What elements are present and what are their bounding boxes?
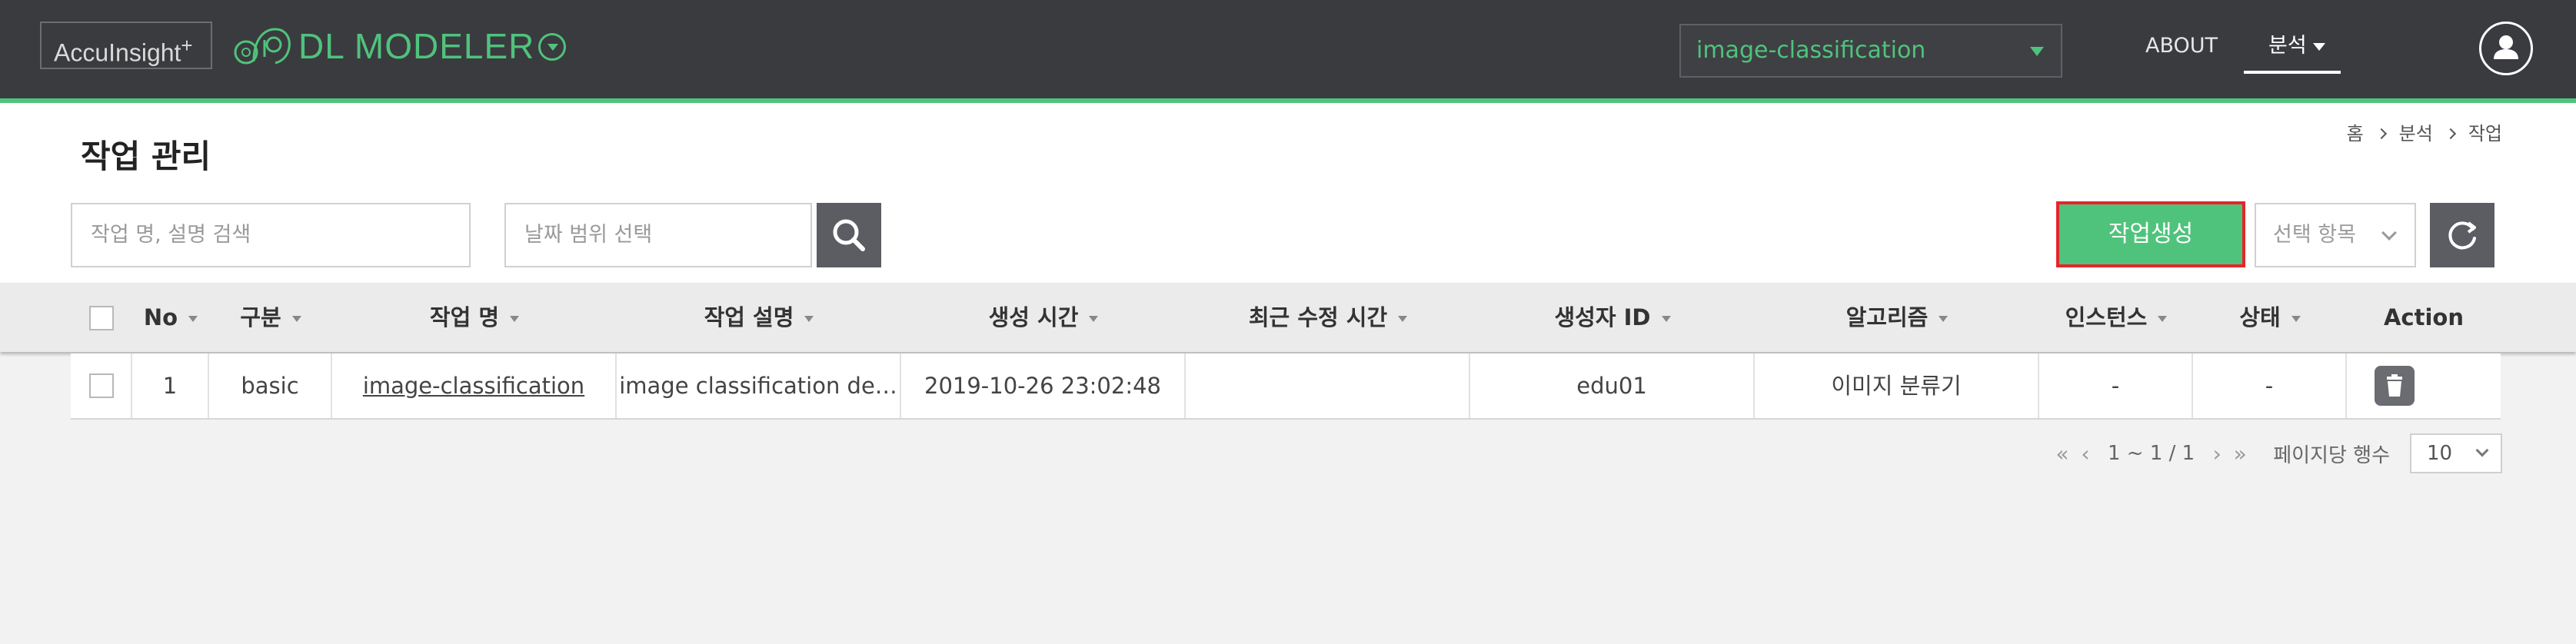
project-select-value: image-classification [1696, 37, 1926, 64]
col-no[interactable]: No [132, 283, 209, 352]
sort-caret-icon [188, 316, 198, 322]
cell-action [2347, 354, 2501, 418]
row-checkbox[interactable] [89, 373, 114, 398]
select-all-checkbox[interactable] [89, 306, 114, 330]
col-action: Action [2383, 304, 2464, 330]
col-created[interactable]: 생성 시간 [901, 283, 1186, 352]
sort-caret-icon [804, 316, 814, 322]
user-menu-button[interactable] [2479, 22, 2533, 75]
column-select-placeholder: 선택 항목 [2273, 223, 2356, 247]
col-no-label: No [143, 304, 178, 330]
cell-created: 2019-10-26 23:02:48 [901, 354, 1186, 418]
col-name[interactable]: 작업 명 [332, 283, 617, 352]
breadcrumb-analysis[interactable]: 분석 [2399, 120, 2433, 148]
chevron-down-circle-icon[interactable] [538, 33, 566, 61]
breadcrumb: 홈 분석 작업 [2347, 120, 2502, 148]
next-page-icon[interactable]: › [2205, 441, 2228, 466]
col-status[interactable]: 상태 [2193, 283, 2347, 352]
app-title: DL MODELER [298, 26, 535, 66]
first-page-icon[interactable]: « [2051, 441, 2074, 466]
create-task-button[interactable]: 작업생성 [2056, 201, 2245, 267]
chevron-right-icon [2445, 128, 2456, 140]
rows-per-page-value: 10 [2427, 442, 2453, 465]
cell-instance: - [2039, 354, 2193, 418]
sort-caret-icon [1939, 316, 1949, 322]
col-modified-label: 최근 수정 시간 [1248, 304, 1388, 330]
refresh-icon [2448, 221, 2476, 250]
nav-analysis[interactable]: 분석 [2244, 31, 2341, 74]
prev-page-icon[interactable]: ‹ [2074, 441, 2097, 466]
sort-caret-icon [1398, 316, 1408, 322]
sort-caret-icon [2158, 316, 2168, 322]
rows-per-page-select[interactable]: 10 [2410, 433, 2502, 473]
table-header: No 구분 작업 명 작업 설명 생성 시간 최근 수정 시간 생성자 ID 알… [0, 283, 2576, 352]
col-description-label: 작업 설명 [704, 304, 794, 330]
col-instance-label: 인스턴스 [2065, 304, 2148, 330]
caret-down-icon [2312, 42, 2325, 51]
chevron-down-icon [2475, 443, 2489, 457]
cell-creator: edu01 [1470, 354, 1755, 418]
cell-type: basic [209, 354, 332, 418]
project-select[interactable]: image-classification [1679, 24, 2062, 78]
chevron-right-icon [2375, 128, 2387, 140]
task-name-link[interactable]: image-classification [363, 373, 584, 399]
cell-algorithm: 이미지 분류기 [1755, 354, 2039, 418]
col-instance[interactable]: 인스턴스 [2039, 283, 2193, 352]
trash-icon [2387, 374, 2402, 397]
row-checkbox-cell [71, 354, 132, 418]
cell-status: - [2193, 354, 2347, 418]
cell-name: image-classification [332, 354, 617, 418]
sort-caret-icon [510, 316, 520, 322]
col-type[interactable]: 구분 [209, 283, 332, 352]
col-creator-label: 생성자 ID [1554, 304, 1651, 330]
rows-per-page-label: 페이지당 행수 [2273, 443, 2390, 467]
chevron-down-icon [2381, 225, 2397, 241]
page-title: 작업 관리 [81, 138, 211, 175]
last-page-icon[interactable]: » [2228, 441, 2252, 466]
sort-caret-icon [2291, 316, 2301, 322]
sort-caret-icon [1661, 316, 1671, 322]
pagination: « ‹ 1 ~ 1 / 1 › » 페이지당 행수 10 [2051, 433, 2502, 473]
user-icon [2494, 35, 2518, 59]
sort-caret-icon [291, 316, 301, 322]
col-type-label: 구분 [240, 304, 281, 330]
dl-modeler-logo-icon [234, 28, 291, 65]
col-created-label: 생성 시간 [988, 304, 1079, 330]
delete-button[interactable] [2375, 366, 2415, 406]
cell-description: image classification de… [617, 354, 901, 418]
top-header: AccuInsight+ DL MODELER image-classifica… [0, 0, 2576, 98]
breadcrumb-home[interactable]: 홈 [2347, 120, 2364, 148]
brand-name: AccuInsight [54, 38, 181, 67]
breadcrumb-task: 작업 [2468, 123, 2502, 144]
col-description[interactable]: 작업 설명 [617, 283, 901, 352]
col-algorithm[interactable]: 알고리즘 [1755, 283, 2039, 352]
search-button[interactable] [817, 203, 881, 267]
refresh-button[interactable] [2430, 203, 2494, 267]
col-status-label: 상태 [2239, 304, 2281, 330]
caret-down-icon [2030, 47, 2044, 56]
col-creator[interactable]: 생성자 ID [1470, 283, 1755, 352]
col-modified[interactable]: 최근 수정 시간 [1186, 283, 1470, 352]
column-select[interactable]: 선택 항목 [2255, 203, 2416, 267]
cell-modified [1186, 354, 1470, 418]
col-algorithm-label: 알고리즘 [1845, 304, 1929, 330]
cell-no: 1 [132, 354, 209, 418]
sort-caret-icon [1089, 316, 1099, 322]
nav-about[interactable]: ABOUT [2145, 31, 2218, 61]
accuinsight-brand[interactable]: AccuInsight+ [40, 22, 212, 69]
table-row[interactable]: 1 basic image-classification image class… [71, 354, 2501, 420]
search-input[interactable]: 작업 명, 설명 검색 [71, 203, 471, 267]
col-name-label: 작업 명 [429, 304, 500, 330]
page-range: 1 ~ 1 / 1 [2107, 442, 2195, 465]
nav-analysis-label: 분석 [2268, 34, 2307, 58]
brand-plus: + [181, 34, 193, 57]
search-icon [833, 219, 865, 251]
date-range-input[interactable]: 날짜 범위 선택 [504, 203, 812, 267]
